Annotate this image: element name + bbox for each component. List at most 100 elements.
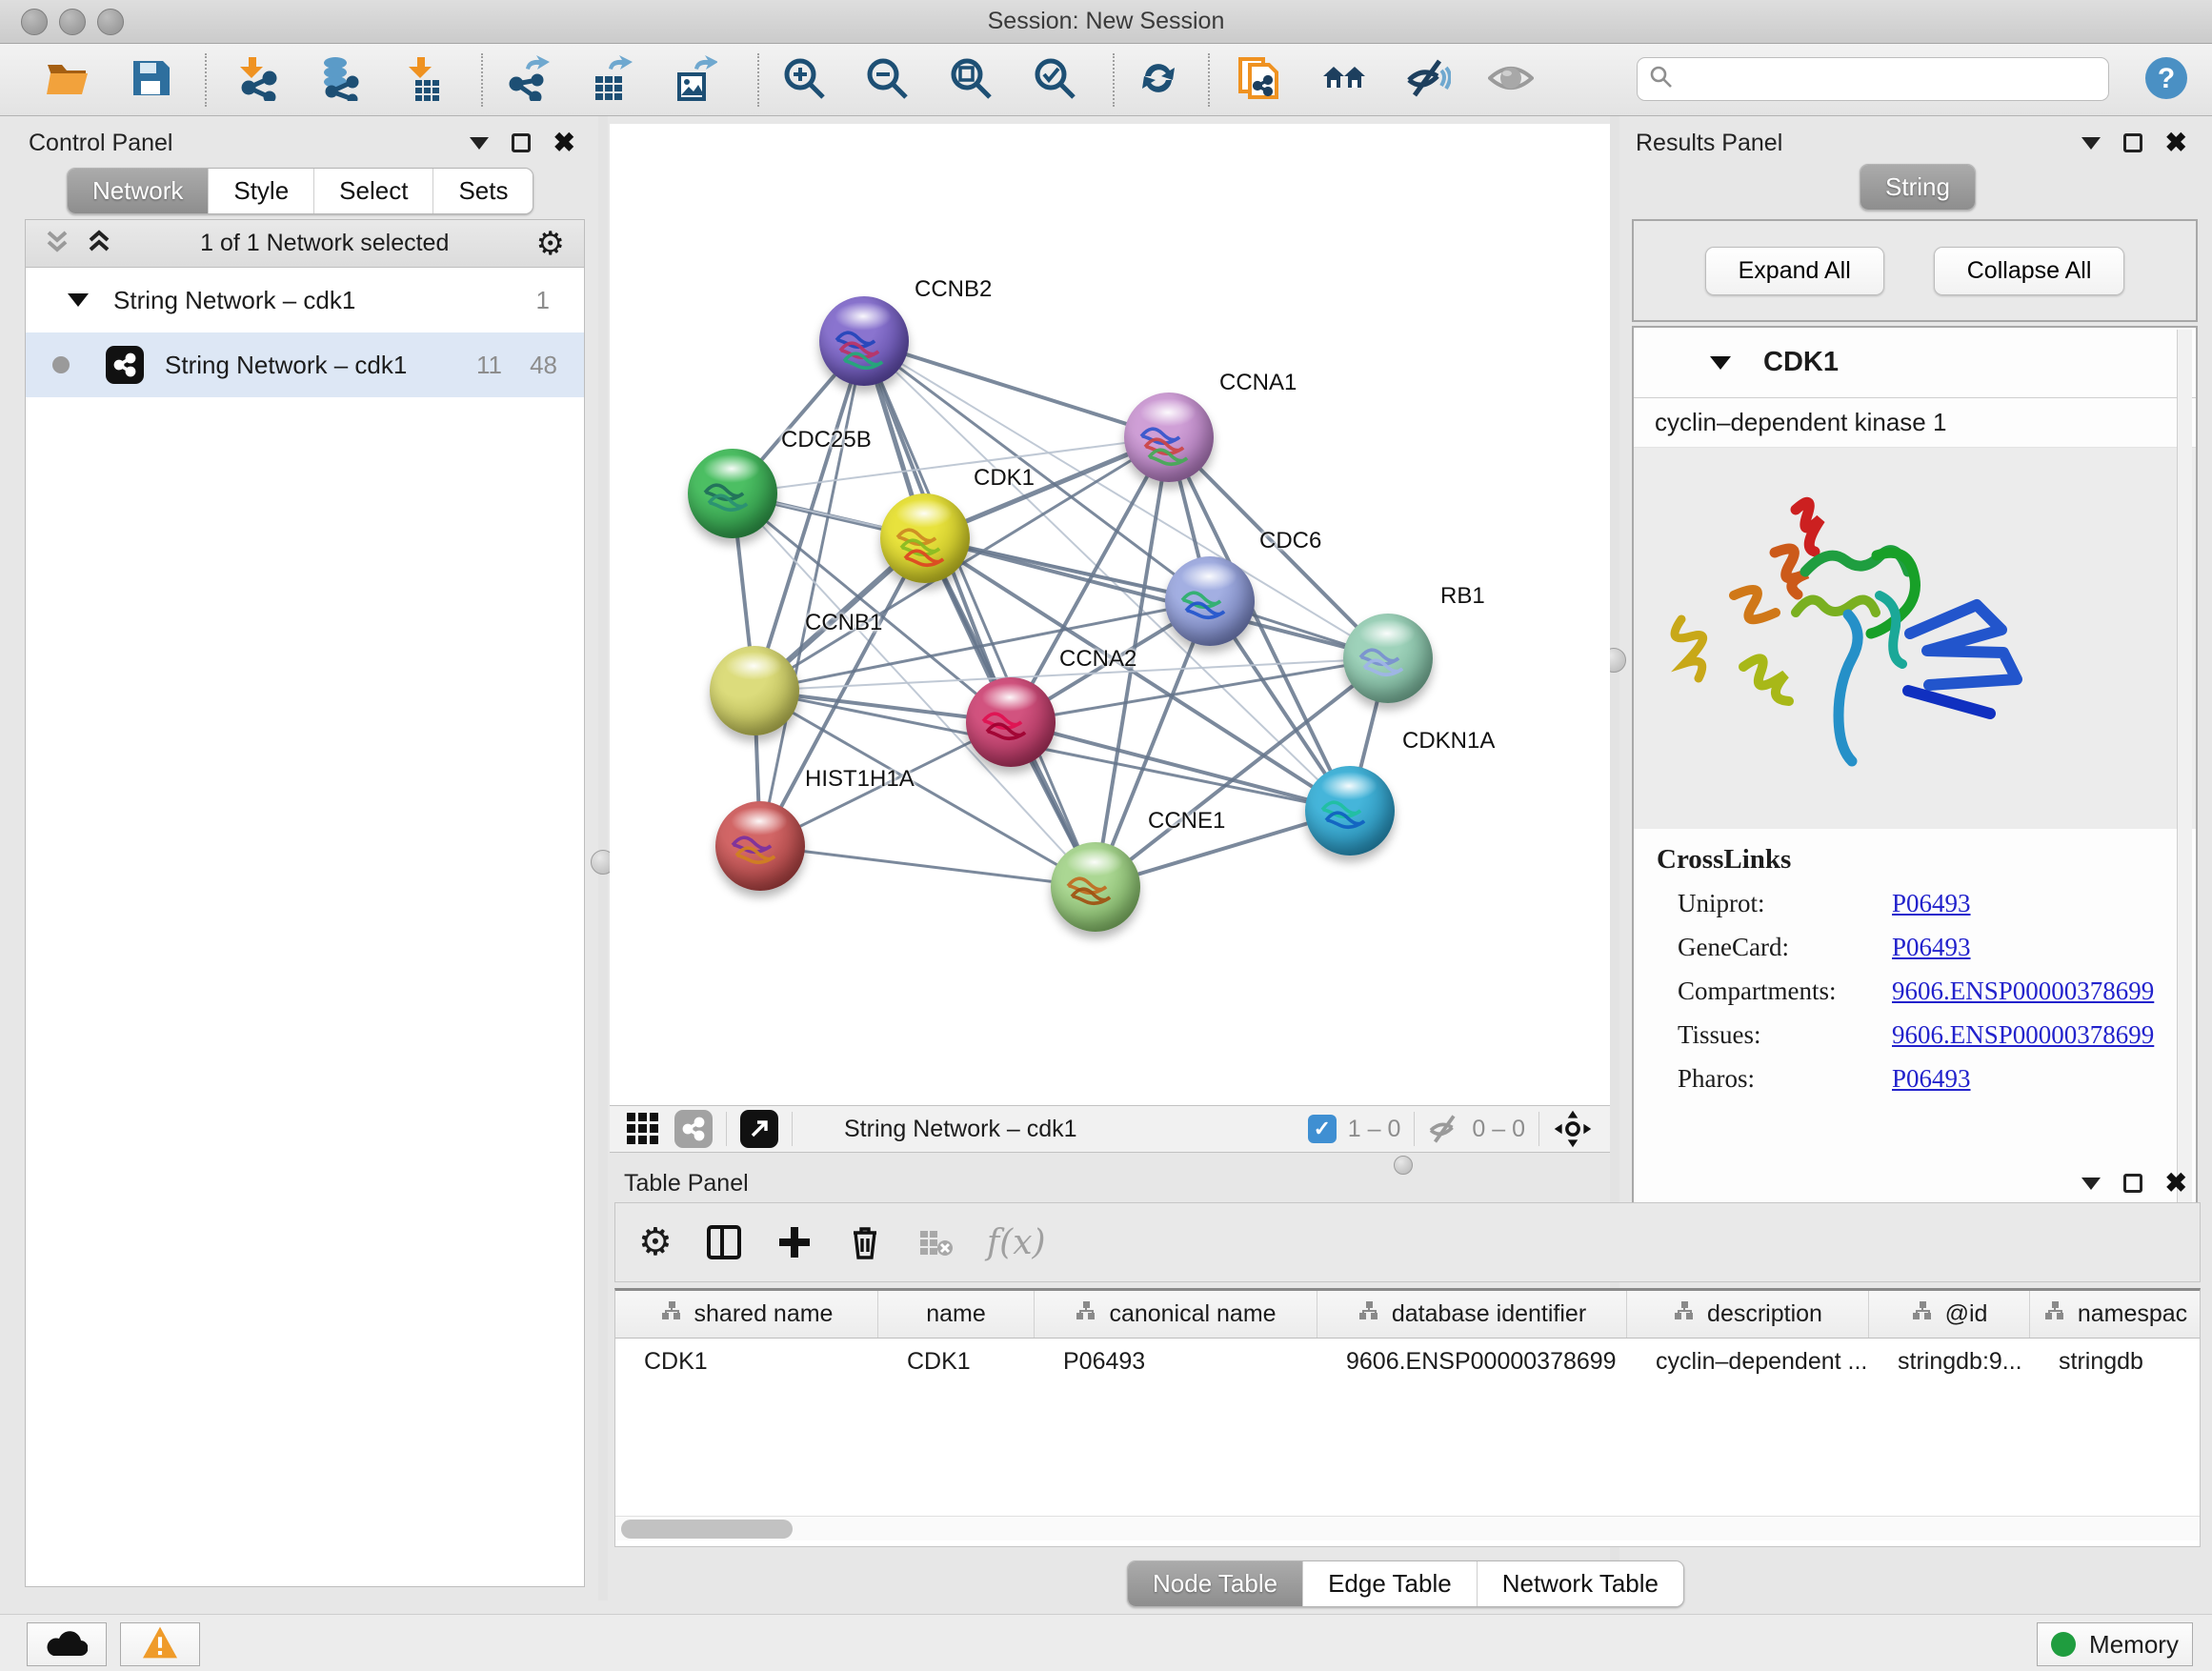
column-header-database-identifier[interactable]: database identifier [1317,1291,1627,1338]
tab-network[interactable]: Network [68,169,209,213]
gear-icon[interactable]: ⚙ [536,228,565,260]
network-canvas[interactable]: CCNB2CCNA1CDC25BCDK1CDC6RB1CCNB1CCNA2CDK… [610,124,1610,1105]
node-CDC6[interactable] [1165,556,1255,646]
node-CCNE1[interactable] [1051,842,1140,932]
column-header-shared-name[interactable]: shared name [615,1291,878,1338]
import-network-database-button[interactable] [314,55,364,105]
panel-float-icon[interactable] [512,133,531,152]
show-all-button[interactable] [1486,55,1536,105]
gene-section-header[interactable]: CDK1 [1634,328,2196,398]
scrollbar-thumb[interactable] [621,1520,793,1539]
network-collection-row[interactable]: String Network – cdk1 1 [26,268,584,332]
new-network-from-selection-button[interactable] [1235,55,1284,105]
column-header-namespac[interactable]: namespac [2030,1291,2201,1338]
warning-status-button[interactable] [120,1622,200,1666]
tab-style[interactable]: Style [209,169,314,213]
import-network-file-button[interactable] [233,55,283,105]
table-cell[interactable]: CDK1 [615,1339,878,1384]
panel-close-icon[interactable]: ✖ [553,133,575,152]
table-horizontal-scrollbar[interactable] [615,1516,2200,1540]
crosslink-link[interactable]: P06493 [1892,933,1971,962]
table-cell[interactable]: stringdb:9... [1869,1339,2030,1384]
show-column-panel-icon[interactable] [705,1223,743,1261]
node-HIST1H1A[interactable] [715,801,805,891]
column-header-name[interactable]: name [878,1291,1035,1338]
table-row[interactable]: CDK1CDK1P064939606.ENSP00000378699cyclin… [615,1339,2200,1384]
tab-node-table[interactable]: Node Table [1128,1561,1303,1606]
zoom-selected-button[interactable] [1030,55,1079,105]
node-CDC25B[interactable] [688,449,777,538]
table-cell[interactable]: P06493 [1035,1339,1317,1384]
memory-button[interactable]: Memory [2037,1622,2193,1666]
panel-close-icon[interactable]: ✖ [2165,133,2187,152]
table-settings-gear-icon[interactable]: ⚙ [638,1226,673,1258]
expand-all-icon[interactable] [85,227,113,260]
detach-view-icon[interactable] [740,1110,778,1148]
function-builder-button[interactable]: f(x) [987,1223,1046,1262]
table-cell[interactable]: CDK1 [878,1339,1035,1384]
export-image-button[interactable] [670,55,719,105]
collapse-all-button[interactable]: Collapse All [1934,247,2125,295]
zoom-in-button[interactable] [779,55,829,105]
edge-HIST1H1A-CCNE1[interactable] [760,846,1096,887]
column-header-canonical-name[interactable]: canonical name [1035,1291,1317,1338]
section-collapse-icon[interactable] [1710,356,1731,370]
open-session-button[interactable] [42,55,91,105]
node-CCNA1[interactable] [1124,393,1214,482]
panel-menu-icon[interactable] [2081,1178,2101,1190]
crosslink-link[interactable]: P06493 [1892,1064,1971,1094]
tree-expand-icon[interactable] [68,293,89,307]
delete-table-icon[interactable] [916,1223,955,1261]
column-header--id[interactable]: @id [1869,1291,2030,1338]
tab-string[interactable]: String [1860,165,1975,210]
panel-float-icon[interactable] [2123,133,2142,152]
zoom-fit-button[interactable] [946,55,995,105]
panel-float-icon[interactable] [2123,1174,2142,1193]
node-CCNB1[interactable] [710,646,799,735]
network-row-selected[interactable]: String Network – cdk1 11 48 [26,332,584,397]
expand-all-button[interactable]: Expand All [1705,247,1884,295]
node-CCNB2[interactable] [819,296,909,386]
tab-edge-table[interactable]: Edge Table [1303,1561,1478,1606]
hide-selected-button[interactable] [1403,55,1453,105]
table-cell[interactable]: stringdb [2030,1339,2201,1384]
import-table-button[interactable] [398,55,448,105]
pan-crosshair-icon[interactable] [1553,1109,1593,1149]
panel-menu-icon[interactable] [2081,137,2101,150]
crosslink-link[interactable]: 9606.ENSP00000378699 [1892,1020,2154,1050]
tab-network-table[interactable]: Network Table [1478,1561,1683,1606]
add-column-icon[interactable] [775,1223,814,1261]
export-network-button[interactable] [503,55,553,105]
tab-select[interactable]: Select [314,169,433,213]
help-button[interactable]: ? [2142,55,2191,105]
hidden-eye-slash-icon[interactable] [1428,1112,1462,1146]
first-neighbors-button[interactable] [1319,55,1369,105]
cloud-status-button[interactable] [27,1622,107,1666]
edge-CCNB2-CCNE1[interactable] [864,341,1096,887]
table-cell[interactable]: 9606.ENSP00000378699 [1317,1339,1627,1384]
panel-close-icon[interactable]: ✖ [2165,1174,2187,1193]
node-CDK1[interactable] [880,493,970,583]
edge-CCNB2-CCNA1[interactable] [864,341,1169,437]
node-CDKN1A[interactable] [1305,766,1395,856]
tab-sets[interactable]: Sets [433,169,533,213]
collapse-all-icon[interactable] [43,227,71,260]
results-scrollbar[interactable] [2177,330,2192,1229]
node-RB1[interactable] [1343,614,1433,703]
edge-CDK1-RB1[interactable] [925,538,1388,658]
search-input[interactable] [1674,66,2083,92]
panel-menu-icon[interactable] [470,137,489,150]
export-table-button[interactable] [586,55,635,105]
bottom-splitter-handle[interactable] [1394,1156,1413,1175]
grid-view-icon[interactable] [625,1111,661,1147]
save-session-button[interactable] [126,55,175,105]
table-cell[interactable]: cyclin–dependent ... [1627,1339,1869,1384]
network-overview-icon[interactable] [674,1110,713,1148]
node-CCNA2[interactable] [966,677,1056,767]
delete-column-trash-icon[interactable] [846,1223,884,1261]
selected-checkbox-icon[interactable]: ✓ [1308,1115,1337,1143]
column-header-description[interactable]: description [1627,1291,1869,1338]
crosslink-link[interactable]: 9606.ENSP00000378699 [1892,976,2154,1006]
zoom-out-button[interactable] [862,55,912,105]
crosslink-link[interactable]: P06493 [1892,889,1971,918]
